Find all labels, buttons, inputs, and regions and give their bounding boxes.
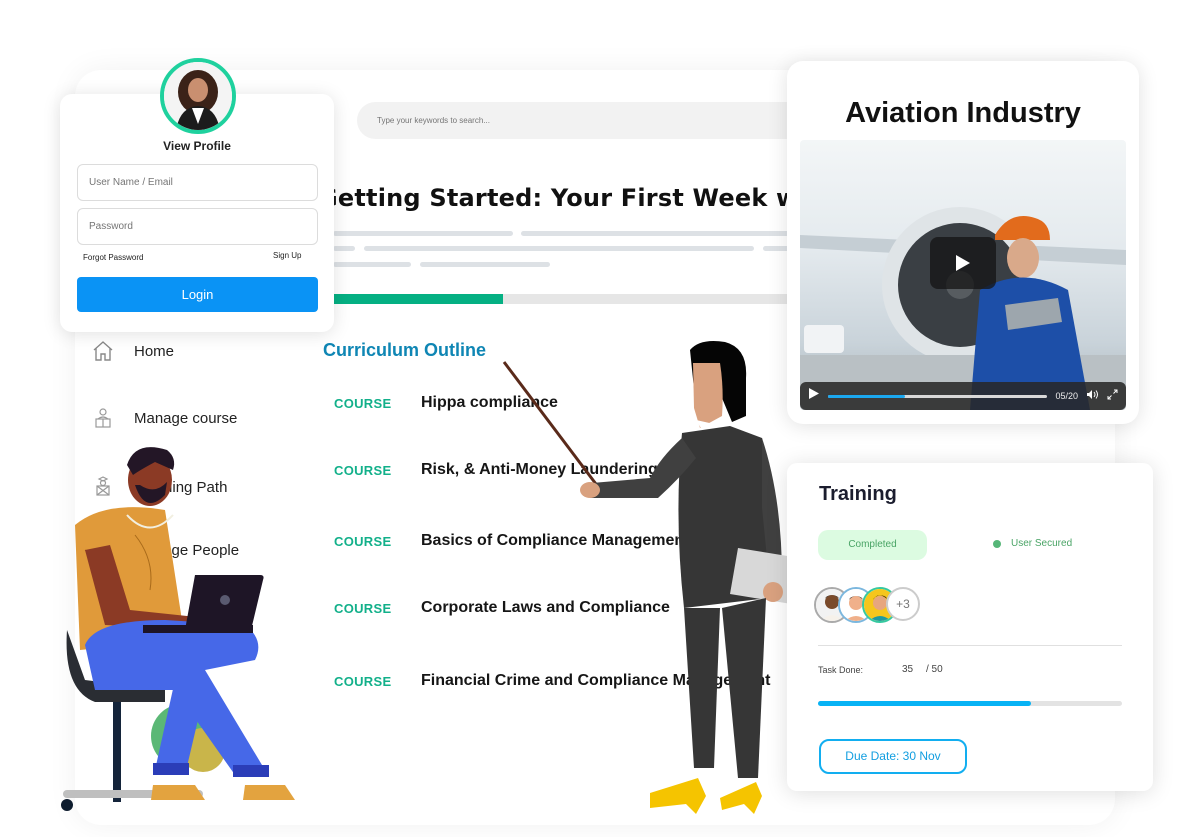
curriculum-title: Curriculum Outline xyxy=(323,340,487,360)
sidebar-item-label: Home xyxy=(134,342,175,360)
play-icon[interactable] xyxy=(808,387,820,405)
forgot-password-link[interactable]: Forgot Password xyxy=(83,253,143,262)
task-total-count: / 50 xyxy=(926,664,943,675)
course-tag: COURSE xyxy=(334,673,392,689)
volume-icon[interactable] xyxy=(1086,387,1099,405)
view-profile-link[interactable]: View Profile xyxy=(60,139,334,153)
completed-badge: Completed xyxy=(818,530,927,560)
skeleton-line xyxy=(333,246,355,251)
task-done-label: Task Done: xyxy=(818,665,864,675)
course-progress-bar xyxy=(333,294,793,304)
woman-presenter-illustration xyxy=(502,341,812,814)
man-with-laptop-illustration xyxy=(61,447,295,811)
skeleton-line xyxy=(364,246,754,251)
course-tag: COURSE xyxy=(334,533,392,549)
status-label: User Secured xyxy=(1011,538,1073,549)
task-progress-bar xyxy=(818,701,1122,706)
video-controls: 05/20 xyxy=(800,382,1126,410)
skeleton-line xyxy=(420,262,550,267)
username-field[interactable] xyxy=(77,164,318,201)
sign-up-link[interactable]: Sign Up xyxy=(273,251,301,260)
page-title: Getting Started: Your First Week with xyxy=(318,184,788,212)
password-field[interactable] xyxy=(77,208,318,245)
training-title: Training xyxy=(819,483,897,505)
course-tag: COURSE xyxy=(334,600,392,616)
due-date-button[interactable]: Due Date: 30 Nov xyxy=(819,739,967,774)
status-dot-icon xyxy=(993,539,1001,548)
play-button-center[interactable] xyxy=(930,237,996,289)
sidebar-item-label: Manage course xyxy=(134,409,238,427)
login-button[interactable]: Login xyxy=(77,277,318,312)
video-seek-fill xyxy=(828,394,905,398)
course-tag: COURSE xyxy=(334,395,392,411)
video-seek-bar[interactable] xyxy=(828,394,1048,398)
more-members-count[interactable]: +3 xyxy=(886,587,920,621)
sidebar-item-home[interactable]: Home xyxy=(90,338,174,364)
user-secured-status: User Secured xyxy=(993,538,1072,549)
task-progress-fill xyxy=(818,701,1031,706)
task-done-count: 35 xyxy=(902,664,914,675)
play-icon xyxy=(956,255,970,271)
fullscreen-icon[interactable] xyxy=(1107,387,1118,405)
profile-avatar[interactable] xyxy=(160,58,236,134)
course-tag: COURSE xyxy=(334,462,392,478)
member-avatars: +3 xyxy=(814,587,920,623)
manage-course-icon xyxy=(90,405,116,431)
video-title: Aviation Industry xyxy=(845,97,1081,129)
home-icon xyxy=(90,338,116,364)
skeleton-line xyxy=(521,231,791,236)
divider xyxy=(818,645,1122,646)
sidebar-item-manage-course[interactable]: Manage course xyxy=(90,405,237,431)
course-progress-fill xyxy=(333,294,504,304)
skeleton-line xyxy=(333,231,513,236)
video-time: 05/20 xyxy=(1055,391,1078,401)
skeleton-line xyxy=(333,262,411,267)
search-input[interactable] xyxy=(357,102,827,139)
